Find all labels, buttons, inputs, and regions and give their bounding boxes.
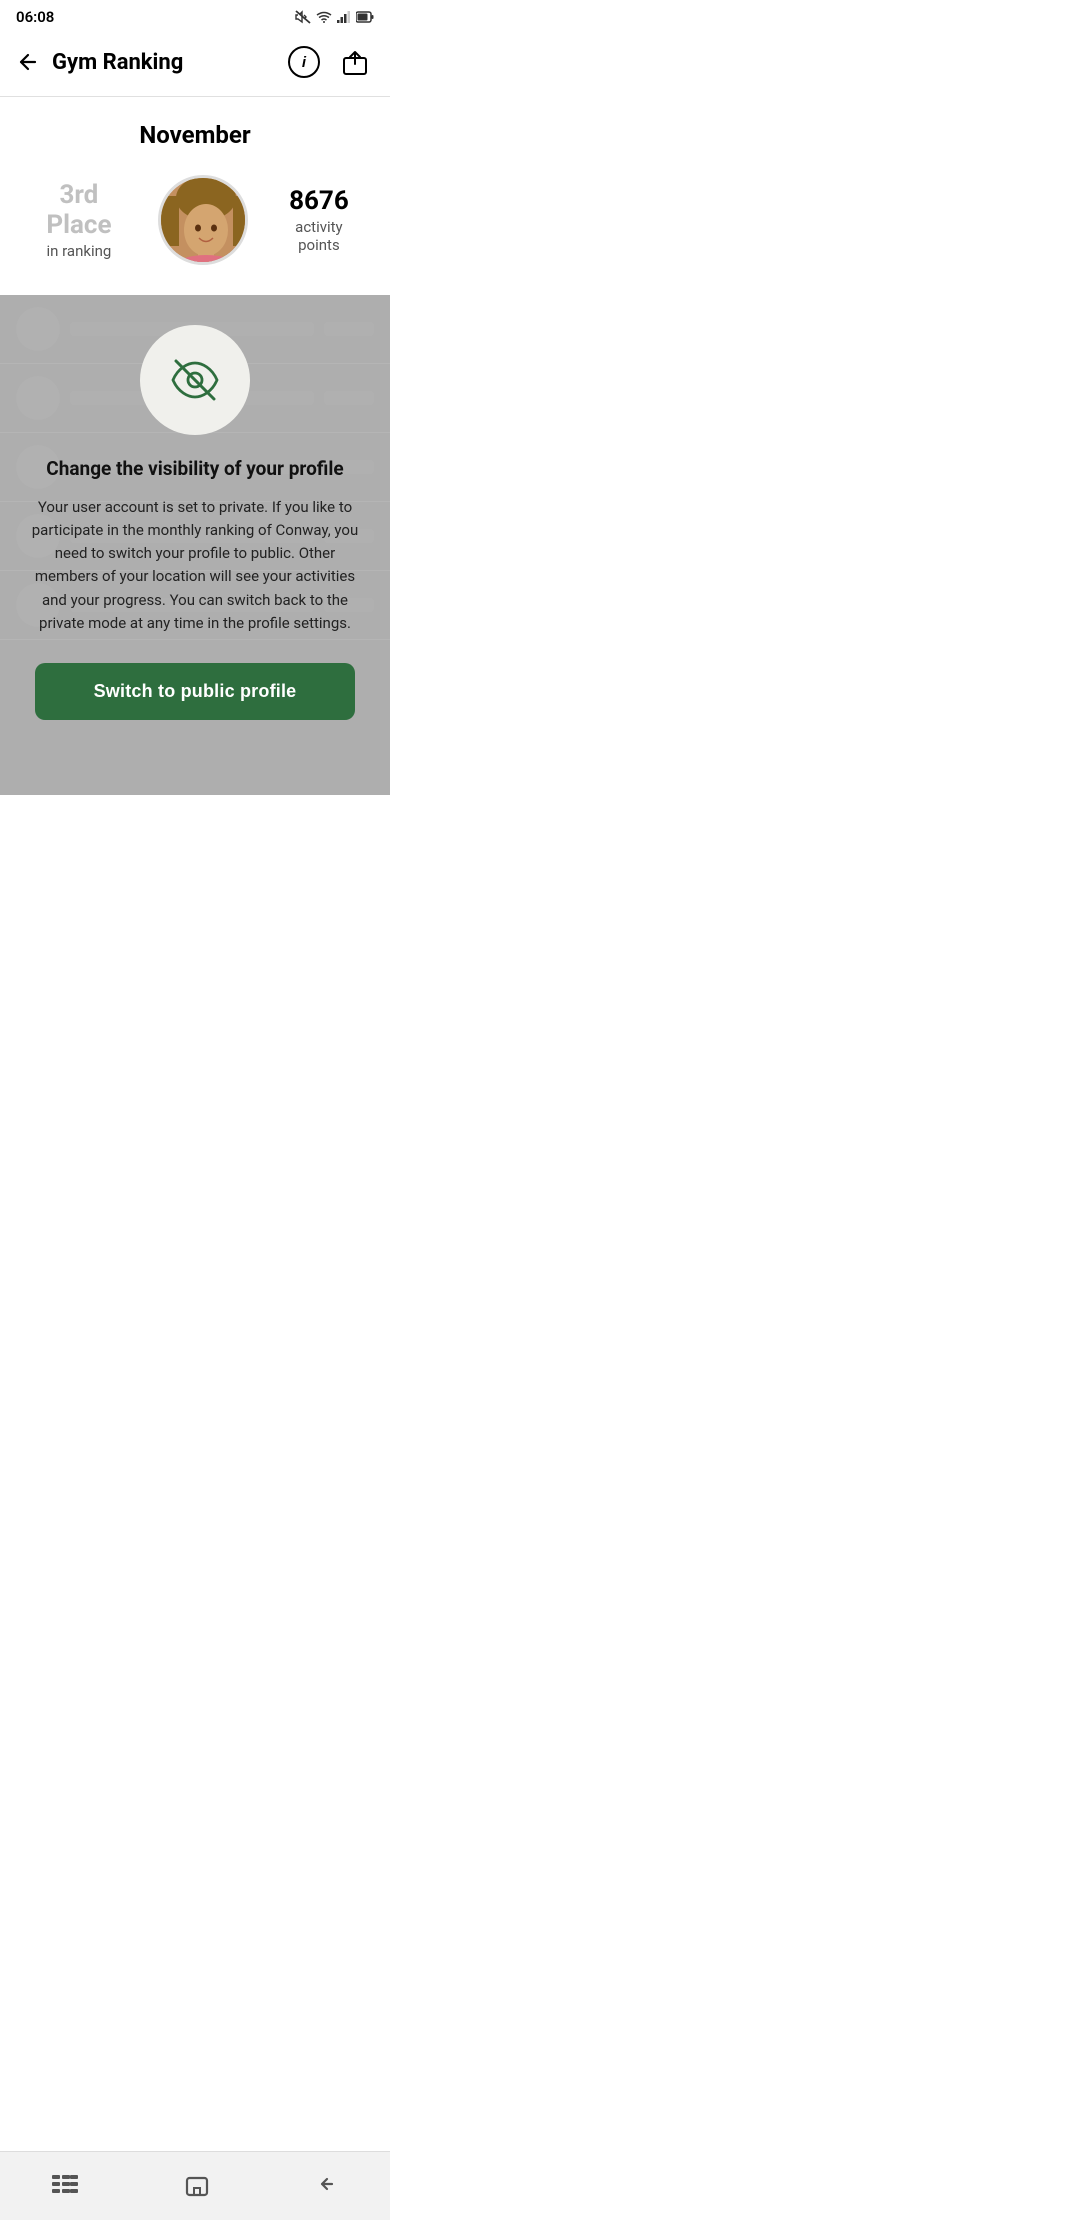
bottom-spacer xyxy=(0,795,390,865)
bottom-nav xyxy=(0,2151,390,2220)
page-title: Gym Ranking xyxy=(52,50,183,75)
month-section: November xyxy=(0,97,390,159)
battery-icon xyxy=(356,11,374,23)
status-icons xyxy=(295,10,374,24)
ranking-points: 8676 activity points xyxy=(278,186,360,254)
overlay-section: Change the visibility of your profile Yo… xyxy=(0,295,390,795)
status-time: 06:08 xyxy=(16,8,54,26)
visibility-title: Change the visibility of your profile xyxy=(46,457,343,482)
eye-off-circle xyxy=(140,325,250,435)
nav-bar: Gym Ranking i xyxy=(0,32,390,97)
back-button[interactable] xyxy=(16,46,48,78)
signal-icon xyxy=(337,11,351,23)
visibility-card: Change the visibility of your profile Yo… xyxy=(20,325,370,720)
home-icon xyxy=(183,2170,211,2198)
menu-button[interactable] xyxy=(32,2168,98,2200)
info-button[interactable]: i xyxy=(284,42,324,82)
visibility-body: Your user account is set to private. If … xyxy=(30,496,360,636)
back-nav-icon xyxy=(316,2173,338,2195)
share-icon xyxy=(340,47,370,77)
info-icon: i xyxy=(288,46,320,78)
month-title: November xyxy=(16,121,374,149)
ranking-place: 3rd Place in ranking xyxy=(30,180,128,260)
points-number: 8676 xyxy=(278,186,360,216)
place-number: 3rd Place xyxy=(30,180,128,240)
nav-left: Gym Ranking xyxy=(16,46,183,78)
home-button[interactable] xyxy=(163,2164,231,2204)
place-label: in ranking xyxy=(30,242,128,260)
user-avatar xyxy=(158,175,248,265)
ranking-row: 3rd Place in ranking xyxy=(0,159,390,295)
eye-off-icon xyxy=(168,353,222,407)
back-nav-button[interactable] xyxy=(296,2167,358,2201)
status-bar: 06:08 xyxy=(0,0,390,32)
switch-to-public-button[interactable]: Switch to public profile xyxy=(35,663,355,720)
share-button[interactable] xyxy=(336,43,374,81)
muted-icon xyxy=(295,10,311,24)
nav-right: i xyxy=(284,42,374,82)
wifi-icon xyxy=(316,11,332,23)
points-label: activity points xyxy=(278,218,360,254)
menu-icon xyxy=(52,2174,78,2194)
